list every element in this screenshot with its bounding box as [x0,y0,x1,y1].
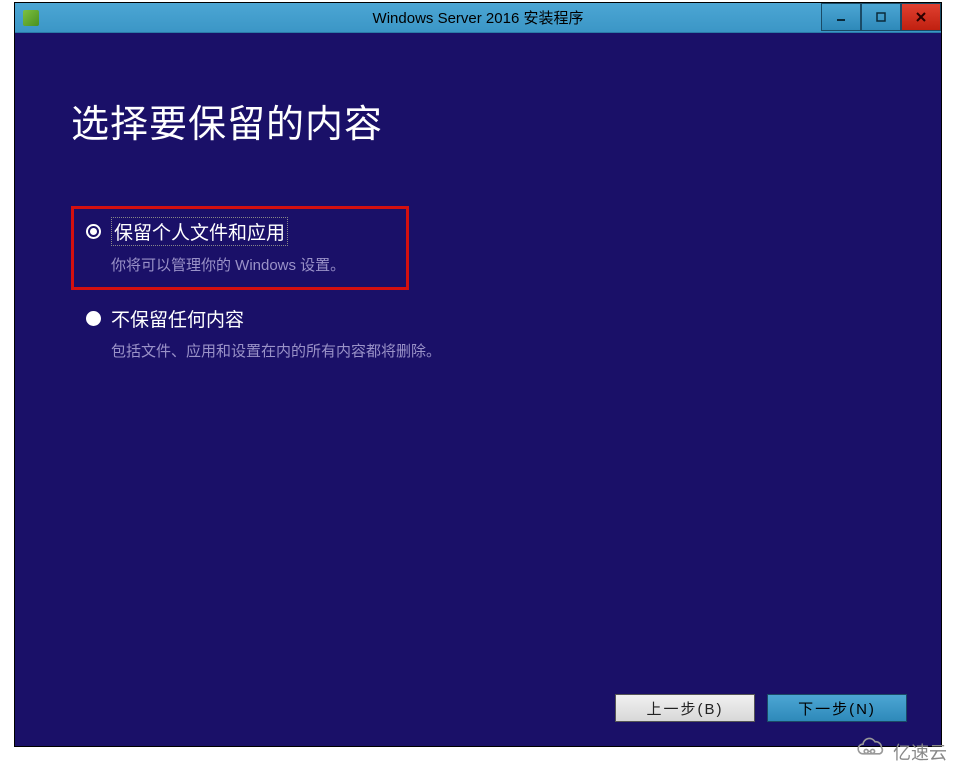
maximize-button[interactable] [861,3,901,31]
option-description: 包括文件、应用和设置在内的所有内容都将删除。 [111,340,496,361]
option-row: 保留个人文件和应用 [86,217,394,246]
titlebar[interactable]: Windows Server 2016 安装程序 [15,3,941,33]
option-keep-nothing[interactable]: 不保留任何内容 包括文件、应用和设置在内的所有内容都将删除。 [71,294,511,376]
window-title: Windows Server 2016 安装程序 [373,7,584,28]
option-keep-files[interactable]: 保留个人文件和应用 你将可以管理你的 Windows 设置。 [71,206,409,290]
close-button[interactable] [901,3,941,31]
radio-icon[interactable] [86,224,101,239]
next-button[interactable]: 下一步(N) [767,694,907,722]
radio-icon[interactable] [86,311,101,326]
installer-window: Windows Server 2016 安装程序 选择要保留的内容 保留个人文件… [14,2,942,747]
content-area: 选择要保留的内容 保留个人文件和应用 你将可以管理你的 Windows 设置。 … [15,33,941,746]
minimize-button[interactable] [821,3,861,31]
option-row: 不保留任何内容 [86,305,496,332]
watermark-text: 亿速云 [893,739,947,765]
page-title: 选择要保留的内容 [71,93,885,148]
cloud-icon [855,737,887,766]
back-button[interactable]: 上一步(B) [615,694,755,722]
option-description: 你将可以管理你的 Windows 设置。 [111,254,394,275]
option-title: 不保留任何内容 [111,305,244,332]
app-icon [23,10,39,26]
window-controls [821,3,941,31]
options-group: 保留个人文件和应用 你将可以管理你的 Windows 设置。 不保留任何内容 包… [71,206,885,376]
button-bar: 上一步(B) 下一步(N) [615,694,907,722]
watermark: 亿速云 [855,737,947,766]
option-title: 保留个人文件和应用 [111,217,288,246]
